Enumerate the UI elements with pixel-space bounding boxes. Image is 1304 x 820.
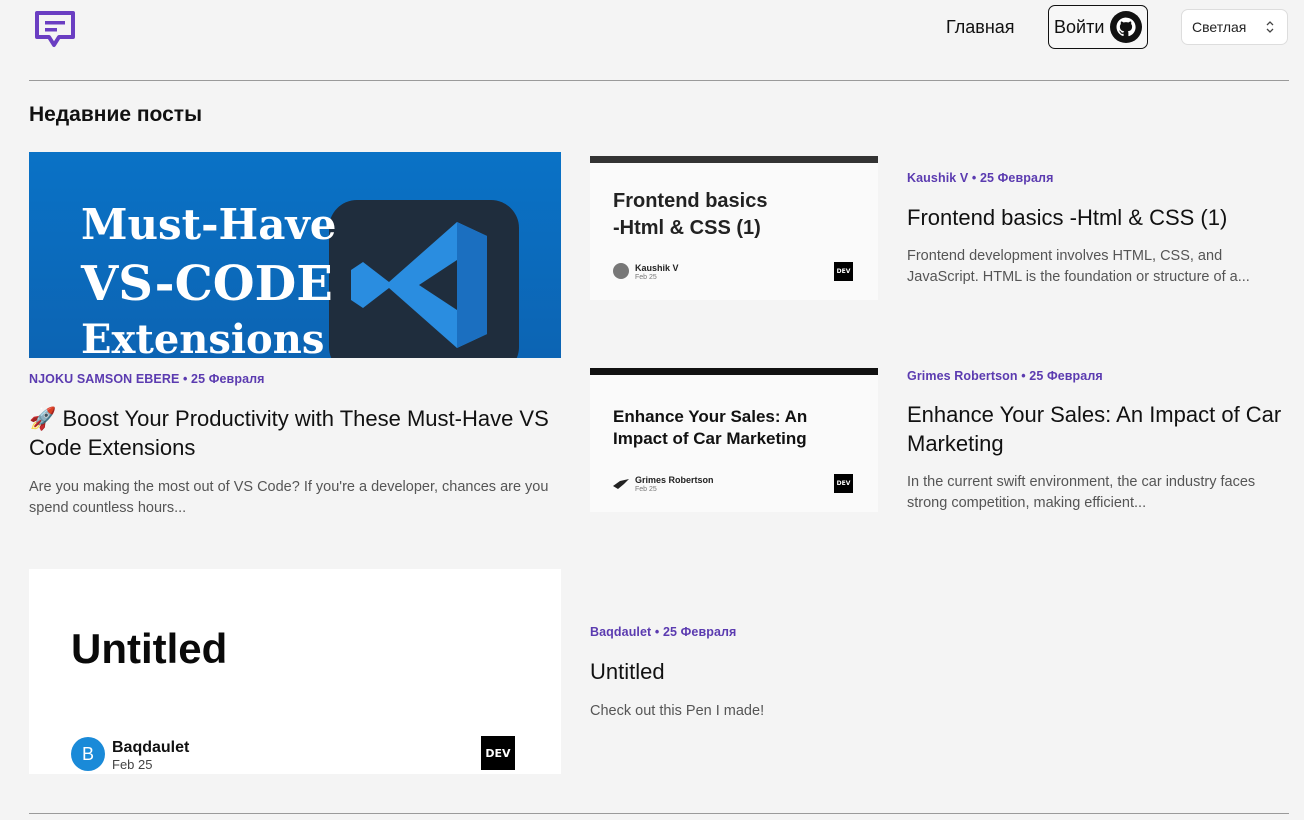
post-meta: Kaushik V • 25 Февраля <box>907 171 1054 185</box>
post-excerpt: Frontend development involves HTML, CSS,… <box>907 248 1250 285</box>
logo-chat-icon[interactable] <box>34 10 76 48</box>
theme-select-value: Светлая <box>1192 19 1247 35</box>
thumb-line-2: VS-CODE <box>81 256 333 312</box>
post-thumbnail-vscode[interactable]: Must-Have VS-CODE Extensions <box>29 152 561 358</box>
dev-logo: DEV <box>481 736 515 770</box>
thumb-topbar <box>590 368 878 375</box>
post-title-link[interactable]: Enhance Your Sales: An Impact of Car Mar… <box>907 400 1287 458</box>
chevron-updown-icon <box>1266 21 1274 33</box>
thumb-date: Feb 25 <box>112 757 153 772</box>
thumb-author: Grimes Robertson <box>635 475 714 485</box>
footer-divider <box>29 813 1289 814</box>
post-title-link[interactable]: Untitled <box>590 657 990 686</box>
post-excerpt: Check out this Pen I made! <box>590 703 765 719</box>
section-title: Недавние посты <box>29 103 203 126</box>
post-meta: Grimes Robertson • 25 Февраля <box>907 369 1103 383</box>
thumb-line-3: Extensions <box>81 316 325 358</box>
thumb-author: Baqdaulet <box>112 739 190 756</box>
post-meta: NJOKU SAMSON EBERE • 25 Февраля <box>29 372 265 386</box>
thumb-line-1: Must-Have <box>81 200 337 249</box>
post-thumbnail-frontend[interactable]: Frontend basics -Html & CSS (1) Kaushik … <box>590 156 878 300</box>
github-icon <box>1110 11 1143 43</box>
thumb-title-line-2: -Html & CSS (1) <box>613 217 761 239</box>
post-excerpt: In the current swift environment, the ca… <box>907 474 1256 511</box>
post-excerpt: Are you making the most out of VS Code? … <box>29 479 549 516</box>
avatar <box>613 263 629 279</box>
post-meta: Baqdaulet • 25 Февраля <box>590 625 737 639</box>
nav-home-link[interactable]: Главная <box>946 17 1015 38</box>
thumb-title-line-1: Frontend basics <box>613 190 768 212</box>
theme-select[interactable]: Светлая <box>1181 9 1288 45</box>
header-divider <box>29 80 1289 81</box>
login-button[interactable]: Войти <box>1048 5 1148 49</box>
thumb-title: Untitled <box>71 625 228 672</box>
login-label: Войти <box>1054 16 1105 37</box>
avatar: B <box>71 737 105 771</box>
post-thumbnail-untitled[interactable]: Untitled B Baqdaulet Feb 25 DEV <box>29 569 561 774</box>
bird-avatar-icon <box>613 479 629 489</box>
thumb-date: Feb 25 <box>635 486 657 493</box>
dev-logo: DEV <box>834 262 853 281</box>
thumb-title-line-2: Impact of Car Marketing <box>613 429 807 448</box>
thumb-date: Feb 25 <box>635 274 657 281</box>
vscode-logo-icon <box>329 200 519 358</box>
post-title-link[interactable]: Frontend basics -Html & CSS (1) <box>907 203 1287 232</box>
thumb-title-line-1: Enhance Your Sales: An <box>613 407 808 426</box>
thumb-author: Kaushik V <box>635 263 679 273</box>
thumb-topbar <box>590 156 878 163</box>
post-title-link[interactable]: 🚀 Boost Your Productivity with These Mus… <box>29 404 569 462</box>
dev-logo: DEV <box>834 474 853 493</box>
post-thumbnail-car-marketing[interactable]: Enhance Your Sales: An Impact of Car Mar… <box>590 368 878 512</box>
